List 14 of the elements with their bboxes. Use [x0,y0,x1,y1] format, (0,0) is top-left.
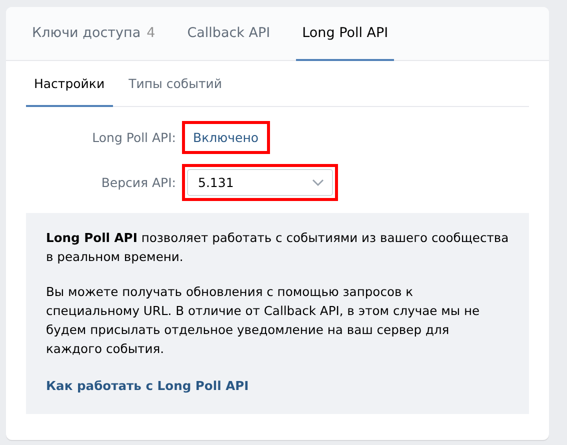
subtab[interactable]: Типы событий [120,61,230,107]
tab[interactable]: Long Poll API [296,7,394,61]
help-link[interactable]: Как работать с Long Poll API [46,379,249,393]
tab[interactable]: Ключи доступа 4 [26,7,162,61]
subtab[interactable]: Настройки [26,61,113,107]
setting-label: Версия API: [100,175,176,190]
info-text: Вы можете получать обновления с помощью запросов к специальному URL. В отличие от Callback API, в этом случае мы не будем присылать отдельное уведомление на ваш сервер для каждого события. [46,284,481,358]
info-text: Long Poll API позволяет работать с событиями из вашего сообщества в реальном времени. [46,230,509,266]
tab[interactable]: Callback API [181,7,276,61]
status-value: Включено [192,129,260,147]
version-select[interactable]: 5.131 [187,169,333,196]
tab-count: 4 [146,25,156,41]
setting-label: Long Poll API: [91,130,176,145]
chevron-down-icon [312,178,324,186]
